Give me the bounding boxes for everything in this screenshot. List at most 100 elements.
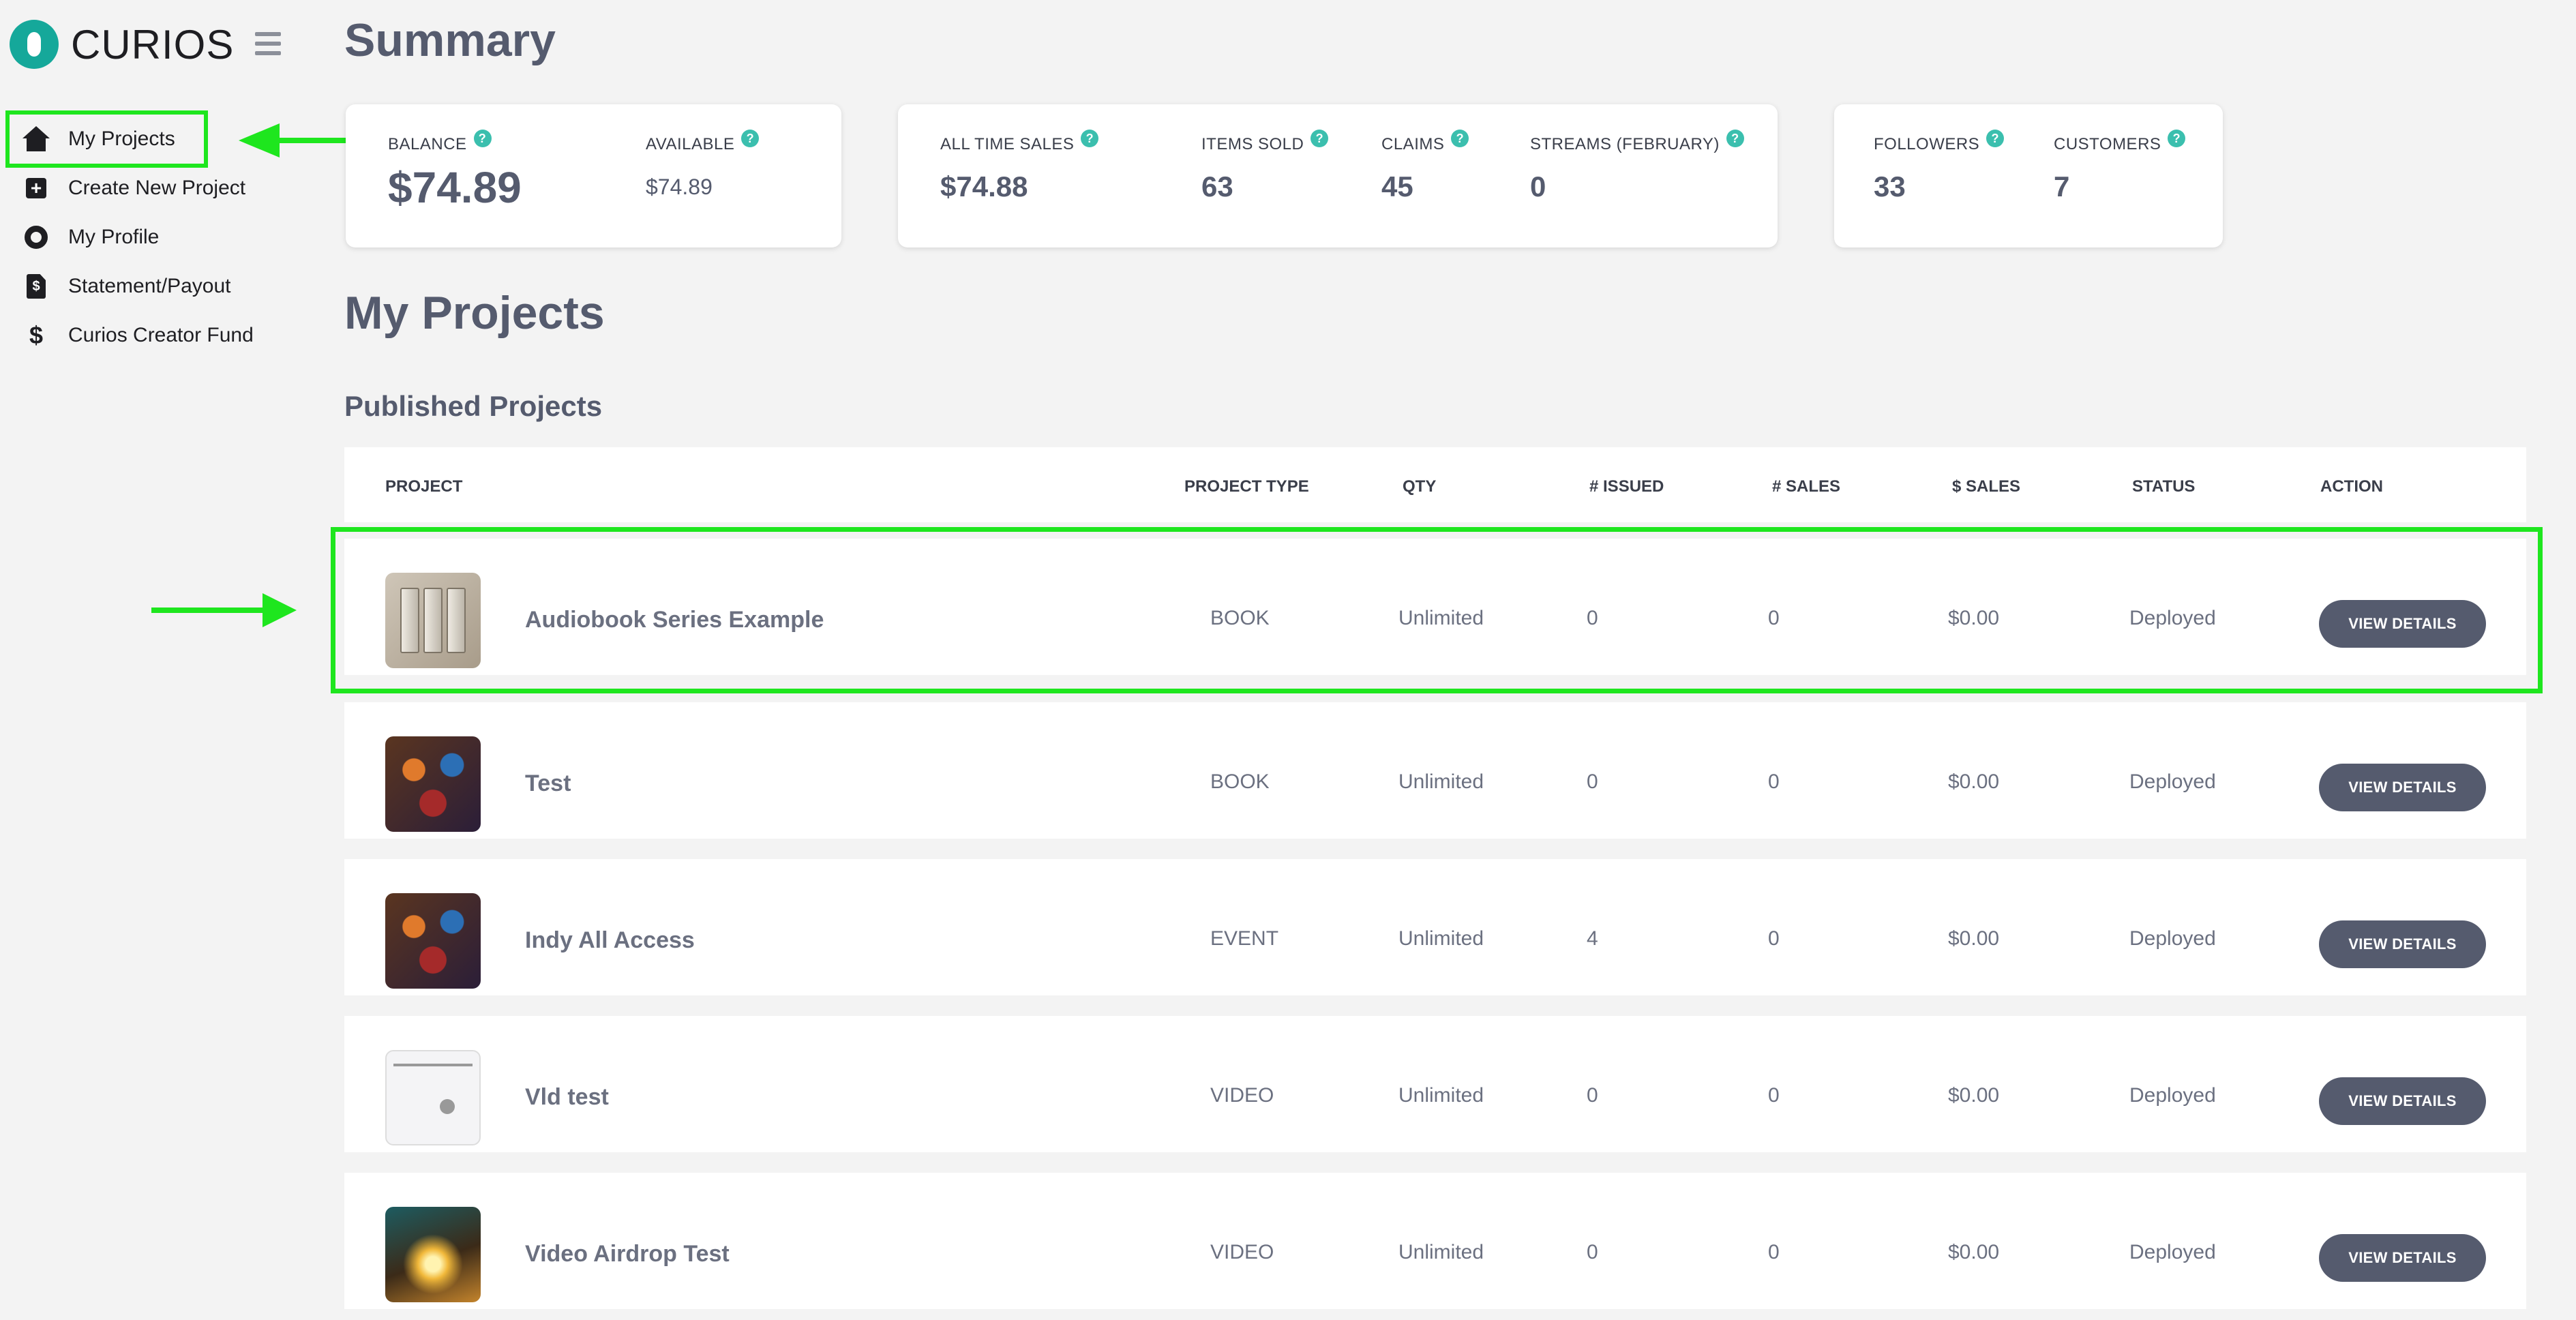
project-qty: Unlimited xyxy=(1398,770,1484,793)
project-sales: 0 xyxy=(1768,927,1780,950)
stat-label: STREAMS (FEBRUARY) xyxy=(1530,135,1720,153)
followers-value: 33 xyxy=(1874,170,1906,202)
sidebar-nav: My Projects + Create New Project My Prof… xyxy=(5,110,254,360)
sidebar-item-my-projects[interactable]: My Projects xyxy=(5,110,208,168)
sidebar-item-label: Statement/Payout xyxy=(68,275,231,297)
view-details-button[interactable]: VIEW DETAILS xyxy=(2319,764,2486,811)
sales-card: ALL TIME SALES? $74.88 ITEMS SOLD? 63 CL… xyxy=(898,104,1778,247)
project-dollar-sales: $0.00 xyxy=(1948,1084,2000,1107)
balance-stat: BALANCE? $74.89 xyxy=(388,130,522,213)
audience-card: FOLLOWERS? 33 CUSTOMERS? 7 xyxy=(1834,104,2223,247)
column-header: $ SALES xyxy=(1952,477,2021,496)
project-name[interactable]: Video Airdrop Test xyxy=(525,1241,730,1268)
annotation-highlight-row xyxy=(331,527,2543,693)
project-thumbnail xyxy=(385,1207,481,1302)
project-name[interactable]: Test xyxy=(525,770,571,797)
project-issued: 0 xyxy=(1587,770,1598,793)
page-title: Summary xyxy=(344,14,556,66)
curios-logo-icon xyxy=(10,20,59,69)
sidebar-item-label: My Projects xyxy=(68,127,175,150)
project-status: Deployed xyxy=(2129,927,2216,950)
project-name[interactable]: Indy All Access xyxy=(525,927,695,954)
column-header: PROJECT TYPE xyxy=(1184,477,1309,496)
project-type: EVENT xyxy=(1210,927,1279,950)
stat-label: ITEMS SOLD xyxy=(1201,135,1304,153)
column-header: # SALES xyxy=(1772,477,1841,496)
menu-toggle-icon[interactable] xyxy=(255,32,281,55)
project-name[interactable]: Vld test xyxy=(525,1084,609,1111)
project-thumbnail xyxy=(385,1050,481,1145)
project-dollar-sales: $0.00 xyxy=(1948,770,2000,793)
view-details-button[interactable]: VIEW DETAILS xyxy=(2319,1234,2486,1282)
customers-stat: CUSTOMERS? 7 xyxy=(2054,130,2186,203)
claims-stat: CLAIMS? 45 xyxy=(1381,130,1469,203)
brand[interactable]: CURIOS xyxy=(10,20,234,69)
view-details-button[interactable]: VIEW DETAILS xyxy=(2319,920,2486,968)
items-sold-stat: ITEMS SOLD? 63 xyxy=(1201,130,1329,203)
column-header: PROJECT xyxy=(385,477,463,496)
sidebar-item-label: Create New Project xyxy=(68,177,246,199)
section-title: My Projects xyxy=(344,287,605,339)
help-icon[interactable]: ? xyxy=(2168,130,2186,147)
invoice-icon: $ xyxy=(18,272,55,301)
project-type: VIDEO xyxy=(1210,1084,1274,1107)
stat-label: ALL TIME SALES xyxy=(940,135,1075,153)
sidebar-item-label: My Profile xyxy=(68,226,160,248)
table-row[interactable]: Test BOOK Unlimited 0 0 $0.00 Deployed V… xyxy=(344,702,2526,839)
items-sold-value: 63 xyxy=(1201,170,1233,202)
sidebar-item-my-profile[interactable]: My Profile xyxy=(10,213,254,262)
help-icon[interactable]: ? xyxy=(473,130,492,147)
project-sales: 0 xyxy=(1768,1241,1780,1263)
project-qty: Unlimited xyxy=(1398,927,1484,950)
sidebar-item-label: Curios Creator Fund xyxy=(68,324,254,346)
sidebar-item-creator-fund[interactable]: $ Curios Creator Fund xyxy=(10,311,254,360)
project-status: Deployed xyxy=(2129,1241,2216,1263)
stat-label: FOLLOWERS xyxy=(1874,135,1980,153)
project-dollar-sales: $0.00 xyxy=(1948,1241,2000,1263)
balance-value: $74.89 xyxy=(388,163,522,212)
help-icon[interactable]: ? xyxy=(741,130,760,147)
brand-name: CURIOS xyxy=(71,21,235,68)
all-time-sales-value: $74.88 xyxy=(940,170,1028,202)
sidebar-item-statement-payout[interactable]: $ Statement/Payout xyxy=(10,262,254,311)
sidebar-item-create-new-project[interactable]: + Create New Project xyxy=(10,164,254,213)
column-header: ACTION xyxy=(2320,477,2383,496)
project-dollar-sales: $0.00 xyxy=(1948,927,2000,950)
home-icon xyxy=(18,125,55,153)
table-row[interactable]: Video Airdrop Test VIDEO Unlimited 0 0 $… xyxy=(344,1173,2526,1309)
view-details-button[interactable]: VIEW DETAILS xyxy=(2319,1077,2486,1125)
stat-label: CUSTOMERS xyxy=(2054,135,2161,153)
help-icon[interactable]: ? xyxy=(1451,130,1469,147)
balance-card: BALANCE? $74.89 AVAILABLE? $74.89 xyxy=(346,104,841,247)
help-icon[interactable]: ? xyxy=(1081,130,1099,147)
project-qty: Unlimited xyxy=(1398,1084,1484,1107)
project-issued: 0 xyxy=(1587,1241,1598,1263)
project-qty: Unlimited xyxy=(1398,1241,1484,1263)
help-icon[interactable]: ? xyxy=(1726,130,1744,147)
followers-stat: FOLLOWERS? 33 xyxy=(1874,130,2005,203)
column-header: QTY xyxy=(1403,477,1437,496)
claims-value: 45 xyxy=(1381,170,1413,202)
dollar-icon: $ xyxy=(29,321,44,349)
help-icon[interactable]: ? xyxy=(1311,130,1329,147)
available-stat: AVAILABLE? $74.89 xyxy=(646,130,760,200)
column-header: # ISSUED xyxy=(1589,477,1664,496)
table-row[interactable]: Indy All Access EVENT Unlimited 4 0 $0.0… xyxy=(344,859,2526,995)
customers-value: 7 xyxy=(2054,170,2070,202)
project-type: VIDEO xyxy=(1210,1241,1274,1263)
project-sales: 0 xyxy=(1768,770,1780,793)
plus-square-icon: + xyxy=(18,174,55,202)
project-thumbnail xyxy=(385,893,481,989)
all-time-sales-stat: ALL TIME SALES? $74.88 xyxy=(940,130,1099,203)
table-row[interactable]: Vld test VIDEO Unlimited 0 0 $0.00 Deplo… xyxy=(344,1016,2526,1152)
project-sales: 0 xyxy=(1768,1084,1780,1107)
stat-label: BALANCE xyxy=(388,135,467,153)
streams-stat: STREAMS (FEBRUARY)? 0 xyxy=(1530,130,1744,203)
table-header: PROJECT PROJECT TYPE QTY # ISSUED # SALE… xyxy=(344,447,2526,522)
gear-icon xyxy=(18,223,55,252)
project-issued: 4 xyxy=(1587,927,1598,950)
column-header: STATUS xyxy=(2132,477,2196,496)
help-icon[interactable]: ? xyxy=(1986,130,2005,147)
streams-value: 0 xyxy=(1530,170,1546,202)
stat-label: CLAIMS xyxy=(1381,135,1445,153)
